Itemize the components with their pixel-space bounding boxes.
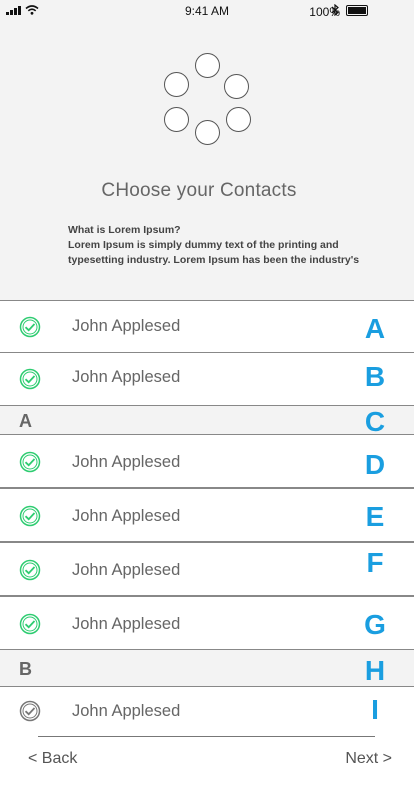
contact-row[interactable]: John Applesed xyxy=(0,488,414,542)
battery-percent: 100% xyxy=(309,5,340,19)
page-title: CHoose your Contacts xyxy=(101,180,297,201)
spinner-dot xyxy=(164,72,189,97)
index-letter-g[interactable]: G xyxy=(360,609,390,641)
contact-row[interactable]: John Applesed xyxy=(0,352,414,406)
spinner-dot xyxy=(164,107,189,132)
contact-row[interactable]: John Applesed xyxy=(0,300,414,353)
index-letter-c[interactable]: C xyxy=(360,406,390,438)
description-line: typesetting industry. Lorem Ipsum has be… xyxy=(68,254,360,266)
section-header-a: A xyxy=(19,411,32,431)
check-circle-icon[interactable] xyxy=(19,700,41,722)
index-letter-i[interactable]: I xyxy=(360,694,390,726)
contact-name: John Applesed xyxy=(72,368,181,386)
contact-name: John Applesed xyxy=(72,453,181,471)
index-letter-h[interactable]: H xyxy=(360,655,390,687)
check-circle-icon[interactable] xyxy=(19,368,41,390)
spinner-dot xyxy=(224,74,249,99)
description-line: Lorem Ipsum is simply dummy text of the … xyxy=(68,239,339,251)
check-circle-icon[interactable] xyxy=(19,505,41,527)
contact-name: John Applesed xyxy=(72,561,181,579)
spinner-dot xyxy=(195,53,220,78)
contact-row[interactable]: John Applesed xyxy=(0,542,414,596)
contact-name: John Applesed xyxy=(72,702,181,720)
back-button[interactable]: < Back xyxy=(28,750,77,768)
index-letter-f[interactable]: F xyxy=(360,547,390,579)
contact-name: John Applesed xyxy=(72,507,181,525)
battery-icon xyxy=(346,5,368,16)
status-bar: 9:41 AM 100% xyxy=(0,0,414,22)
description-heading: What is Lorem Ipsum? xyxy=(68,224,181,236)
index-letter-d[interactable]: D xyxy=(360,449,390,481)
index-letter-e[interactable]: E xyxy=(360,501,390,533)
check-circle-icon[interactable] xyxy=(19,613,41,635)
index-letter-b[interactable]: B xyxy=(360,361,390,393)
check-circle-icon[interactable] xyxy=(19,559,41,581)
contact-row[interactable]: John Applesed xyxy=(0,596,414,650)
spinner-dot xyxy=(195,120,220,145)
loading-spinner xyxy=(160,50,256,150)
check-circle-icon[interactable] xyxy=(19,316,41,338)
index-letter-a[interactable]: A xyxy=(360,313,390,345)
next-button[interactable]: Next > xyxy=(345,750,392,768)
contact-name: John Applesed xyxy=(72,615,181,633)
description: What is Lorem Ipsum? Lorem Ipsum is simp… xyxy=(68,223,388,268)
contact-name: John Applesed xyxy=(72,317,181,335)
check-circle-icon[interactable] xyxy=(19,451,41,473)
spinner-dot xyxy=(226,107,251,132)
section-header-b: B xyxy=(19,659,32,679)
contact-row[interactable]: John Applesed xyxy=(0,434,414,488)
divider xyxy=(38,736,375,737)
